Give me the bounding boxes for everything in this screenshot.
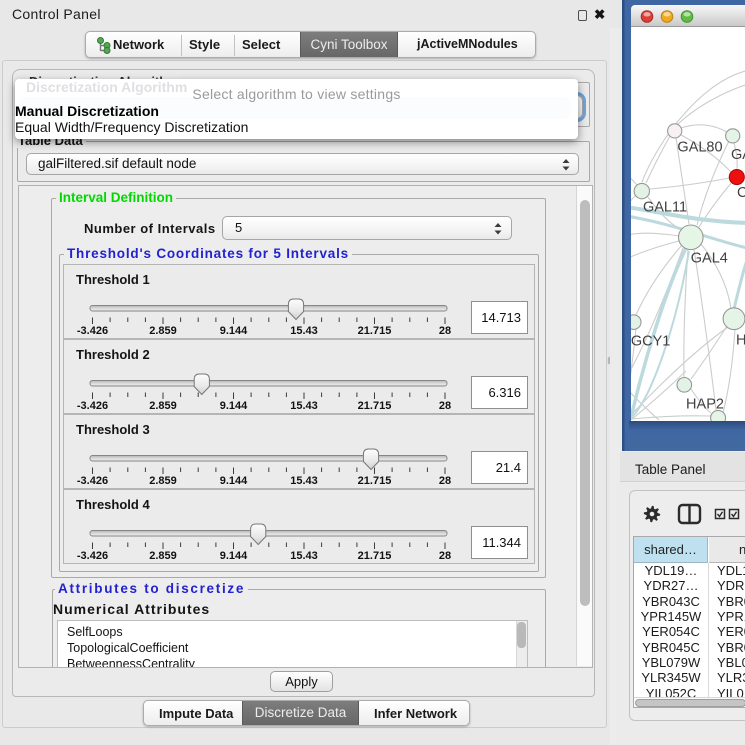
svg-text:-3.426: -3.426 xyxy=(77,475,108,487)
svg-text:2.859: 2.859 xyxy=(149,550,177,562)
svg-text:28: 28 xyxy=(439,325,451,337)
svg-text:9.144: 9.144 xyxy=(220,400,248,412)
svg-text:15.43: 15.43 xyxy=(290,550,318,562)
svg-text:2.859: 2.859 xyxy=(149,475,177,487)
svg-text:15.43: 15.43 xyxy=(290,400,318,412)
svg-text:28: 28 xyxy=(439,550,451,562)
svg-text:15.43: 15.43 xyxy=(290,325,318,337)
svg-text:28: 28 xyxy=(439,400,451,412)
svg-text:GAL80: GAL80 xyxy=(677,140,722,156)
svg-text:GAL5: GAL5 xyxy=(731,147,745,163)
svg-text:28: 28 xyxy=(439,475,451,487)
svg-text:-3.426: -3.426 xyxy=(77,400,108,412)
svg-text:21.715: 21.715 xyxy=(358,325,392,337)
svg-text:GAL4: GAL4 xyxy=(691,251,728,267)
svg-text:-3.426: -3.426 xyxy=(77,325,108,337)
svg-text:9.144: 9.144 xyxy=(220,550,248,562)
svg-text:CD: CD xyxy=(737,185,745,201)
svg-text:GAL11: GAL11 xyxy=(643,200,687,216)
svg-text:21.715: 21.715 xyxy=(358,400,392,412)
svg-text:2.859: 2.859 xyxy=(149,400,177,412)
svg-text:2.859: 2.859 xyxy=(149,325,177,337)
svg-text:15.43: 15.43 xyxy=(290,475,318,487)
svg-text:GCY1: GCY1 xyxy=(631,334,670,350)
svg-text:21.715: 21.715 xyxy=(358,550,392,562)
svg-text:9.144: 9.144 xyxy=(220,475,248,487)
svg-text:9.144: 9.144 xyxy=(220,325,248,337)
svg-text:HAP2: HAP2 xyxy=(686,397,724,413)
svg-text:-3.426: -3.426 xyxy=(77,550,108,562)
svg-text:H: H xyxy=(736,333,745,349)
svg-text:21.715: 21.715 xyxy=(358,475,392,487)
